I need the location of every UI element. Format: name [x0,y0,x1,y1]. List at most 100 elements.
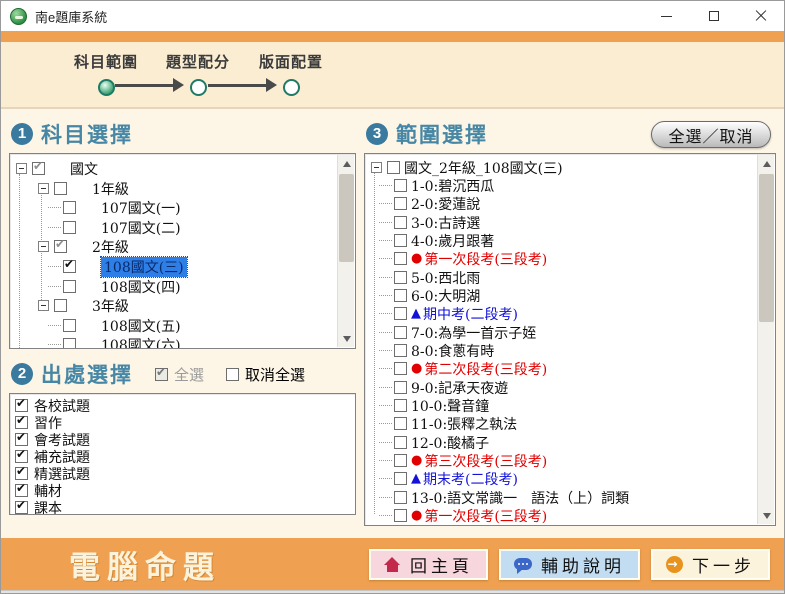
checkbox-unchecked[interactable] [394,307,407,320]
checkbox-unchecked[interactable] [394,289,407,302]
collapse-icon[interactable] [16,163,27,174]
checkbox-checked[interactable] [63,260,76,273]
checkbox-unchecked[interactable] [394,216,407,229]
checkbox-checked[interactable] [15,399,28,412]
checkbox-checked[interactable] [15,484,28,497]
select-all-option[interactable]: 全選 [155,364,204,385]
checkbox-unchecked[interactable] [387,161,400,174]
scroll-down-button[interactable] [338,330,355,347]
tree-item-midterm[interactable]: ▲ 期末考(二段考) [367,469,756,488]
checkbox-unchecked[interactable] [63,319,76,332]
tree-item[interactable]: 108國文(六) [12,335,336,349]
tree-item[interactable]: 107國文(二) [12,218,336,237]
tree-item[interactable]: 108國文(五) [12,316,336,335]
scrollbar-thumb[interactable] [339,174,354,262]
checkbox-deselect-all[interactable] [226,368,239,381]
maximize-button[interactable] [690,1,737,31]
tree-item[interactable]: 2年級 [12,237,336,256]
tree-item[interactable]: 8-0:食蔥有時 [367,341,756,360]
checkbox-checked[interactable] [15,467,28,480]
list-item[interactable]: 補充試題 [15,448,350,465]
tree-item[interactable]: 4-0:歲月跟著 [367,231,756,250]
tree-item[interactable]: 9-0:記承天夜遊 [367,378,756,397]
tree-item[interactable]: 5-0:西北雨 [367,268,756,287]
checkbox-unchecked[interactable] [63,338,76,349]
scroll-up-button[interactable] [338,155,355,172]
tree-item-midterm[interactable]: ▲ 期中考(二段考) [367,304,756,323]
collapse-icon[interactable] [38,183,49,194]
checkbox-unchecked[interactable] [394,436,407,449]
list-item[interactable]: 習作 [15,414,350,431]
tree-item[interactable]: 12-0:酸橘子 [367,433,756,452]
checkbox-checked[interactable] [15,501,28,514]
scroll-up-button[interactable] [758,155,775,172]
checkbox-checked[interactable] [15,450,28,463]
tree-item[interactable]: 國文 [12,159,336,178]
checkbox-unchecked[interactable] [394,399,407,412]
scroll-down-button[interactable] [758,507,775,524]
tree-item-exam[interactable]: ● 第一次段考(三段考) [367,506,756,525]
list-item[interactable]: 精選試題 [15,465,350,482]
checkbox-unchecked[interactable] [394,454,407,467]
checkbox-unchecked[interactable] [394,344,407,357]
checkbox-unchecked[interactable] [394,197,407,210]
checkbox-unchecked[interactable] [394,362,407,375]
checkbox-unchecked[interactable] [394,417,407,430]
toggle-select-all-button[interactable]: 全選／取消 [651,121,771,148]
maximize-icon [709,11,719,21]
tree-item[interactable]: 1-0:碧沉西瓜 [367,176,756,195]
subject-tree-scrollbar[interactable] [337,155,354,347]
checkbox-checked[interactable] [15,433,28,446]
tree-item-exam[interactable]: ● 第一次段考(三段考) [367,249,756,268]
checkbox-select-all[interactable] [155,368,168,381]
checkbox-unchecked[interactable] [63,201,76,214]
list-item[interactable]: 各校試題 [15,397,350,414]
checkbox-unchecked[interactable] [394,252,407,265]
checkbox-partial[interactable] [32,162,45,175]
checkbox-unchecked[interactable] [394,381,407,394]
checkbox-unchecked[interactable] [394,179,407,192]
close-button[interactable] [737,1,784,31]
checkbox-unchecked[interactable] [394,472,407,485]
checkbox-unchecked[interactable] [54,182,67,195]
minimize-button[interactable] [643,1,690,31]
range-tree-scrollbar[interactable] [757,155,774,524]
checkbox-unchecked[interactable] [63,221,76,234]
tree-item[interactable]: 7-0:為學一首示子姪 [367,323,756,342]
checkbox-unchecked[interactable] [54,299,67,312]
tree-item[interactable]: 108國文(四) [12,277,336,296]
tree-item[interactable]: 3年級 [12,296,336,315]
tree-item-exam[interactable]: ● 第二次段考(三段考) [367,359,756,378]
tree-root-item[interactable]: 國文_2年級_108國文(三) [367,158,756,177]
tree-item[interactable]: 2-0:愛蓮說 [367,194,756,213]
scrollbar-thumb[interactable] [759,174,774,322]
collapse-icon[interactable] [38,300,49,311]
list-item[interactable]: 課本 [15,499,350,515]
checkbox-unchecked[interactable] [394,271,407,284]
home-button[interactable]: 回主頁 [369,549,488,580]
checkbox-checked[interactable] [15,416,28,429]
checkbox-partial[interactable] [54,240,67,253]
checkbox-unchecked[interactable] [63,280,76,293]
checkbox-unchecked[interactable] [394,234,407,247]
collapse-icon[interactable] [371,162,382,173]
tree-item[interactable]: 13-0:語文常識一 語法（上）詞類 [367,488,756,507]
checkbox-unchecked[interactable] [394,491,407,504]
next-step-button[interactable]: 下一步 [651,549,770,580]
tree-item[interactable]: 6-0:大明湖 [367,286,756,305]
tree-item[interactable]: 11-0:張釋之執法 [367,414,756,433]
tree-item[interactable]: 3-0:古詩選 [367,213,756,232]
help-button[interactable]: 輔助說明 [499,549,640,580]
checkbox-unchecked[interactable] [394,509,407,522]
tree-item[interactable]: 107國文(一) [12,198,336,217]
checkbox-unchecked[interactable] [394,326,407,339]
list-item[interactable]: 會考試題 [15,431,350,448]
collapse-icon[interactable] [38,241,49,252]
tree-item-exam[interactable]: ● 第三次段考(三段考) [367,451,756,470]
tree-item[interactable]: 10-0:聲音鐘 [367,396,756,415]
deselect-all-option[interactable]: 取消全選 [226,364,305,385]
tree-item-selected[interactable]: 108國文(三) [12,257,336,276]
list-item[interactable]: 輔材 [15,482,350,499]
tree-stub [379,478,392,479]
tree-item[interactable]: 1年級 [12,179,336,198]
